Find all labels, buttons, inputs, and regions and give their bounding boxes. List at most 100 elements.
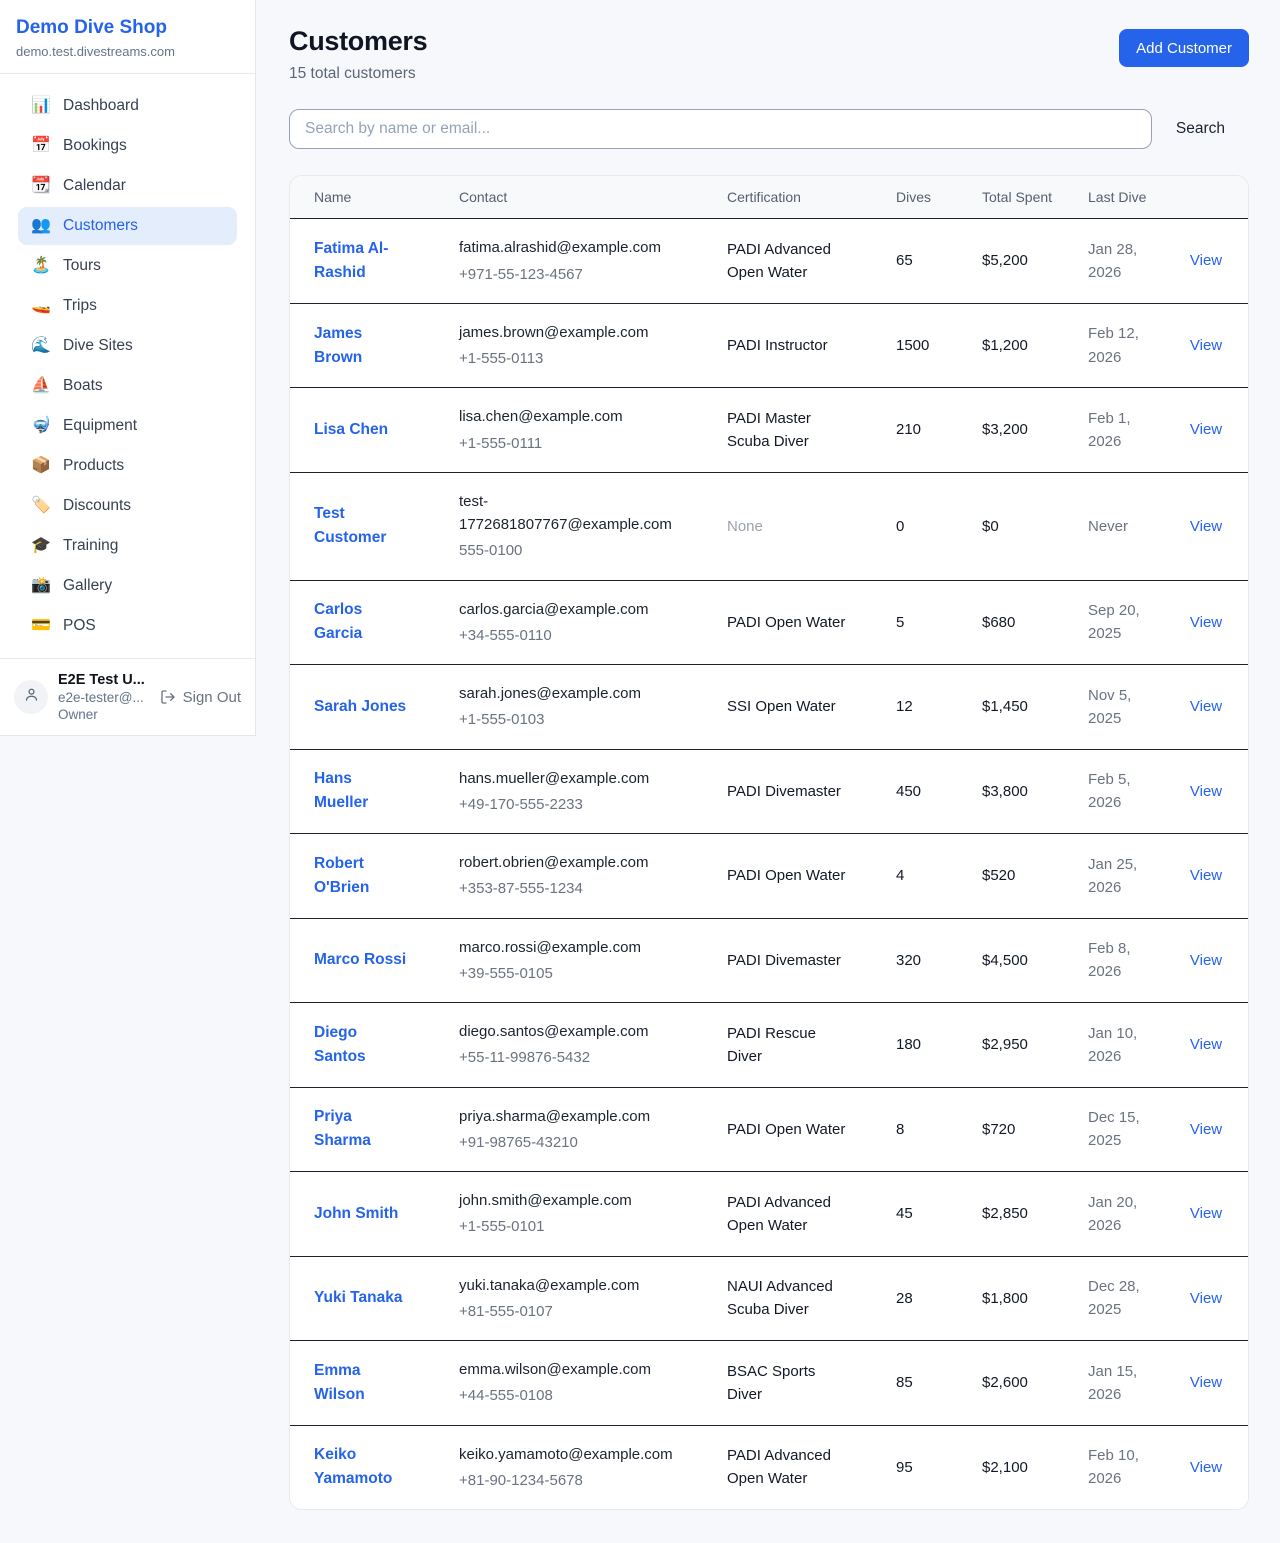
user-panel: E2E Test U... e2e-tester@... Owner Sign … <box>0 658 255 735</box>
customer-dives: 8 <box>884 1087 970 1172</box>
customer-total-spent: $2,600 <box>970 1341 1076 1426</box>
col-last-dive: Last Dive <box>1076 176 1164 219</box>
view-link[interactable]: View <box>1190 952 1222 969</box>
customer-total-spent: $2,950 <box>970 1003 1076 1088</box>
view-link[interactable]: View <box>1190 867 1222 884</box>
view-link[interactable]: View <box>1190 252 1222 269</box>
view-link[interactable]: View <box>1190 1374 1222 1391</box>
customer-last-dive: Sep 20, 2025 <box>1076 580 1164 665</box>
nav-label: Calendar <box>63 177 126 195</box>
view-link[interactable]: View <box>1190 1290 1222 1307</box>
customer-name-link[interactable]: Hans Mueller <box>314 767 410 815</box>
col-certification: Certification <box>715 176 884 219</box>
calendar-icon: 📆 <box>30 178 52 194</box>
customer-name-link[interactable]: Diego Santos <box>314 1021 410 1069</box>
customer-last-dive: Jan 20, 2026 <box>1076 1172 1164 1257</box>
sidebar-item-gallery[interactable]: 📸 Gallery <box>18 567 237 605</box>
customer-email: hans.mueller@example.com <box>459 767 675 790</box>
table-header-row: Name Contact Certification Dives Total S… <box>290 176 1248 219</box>
customer-dives: 450 <box>884 749 970 834</box>
sidebar-item-customers[interactable]: 👥 Customers <box>18 207 237 245</box>
search-button[interactable]: Search <box>1152 120 1249 138</box>
dive-sites-icon: 🌊 <box>30 338 52 354</box>
customer-name-link[interactable]: Test Customer <box>314 502 410 550</box>
customer-last-dive: Dec 15, 2025 <box>1076 1087 1164 1172</box>
sign-out-label: Sign Out <box>183 689 241 706</box>
customer-email: yuki.tanaka@example.com <box>459 1274 675 1297</box>
sidebar-item-pos[interactable]: 💳 POS <box>18 607 237 645</box>
customer-email: carlos.garcia@example.com <box>459 598 675 621</box>
user-name: E2E Test U... <box>58 672 145 688</box>
shop-title[interactable]: Demo Dive Shop <box>16 17 239 39</box>
sidebar-item-boats[interactable]: ⛵ Boats <box>18 367 237 405</box>
sign-out-button[interactable]: Sign Out <box>160 689 241 706</box>
customer-phone: +1-555-0101 <box>459 1215 675 1238</box>
sidebar-item-trips[interactable]: 🚤 Trips <box>18 287 237 325</box>
sidebar-item-bookings[interactable]: 📅 Bookings <box>18 127 237 165</box>
customer-dives: 28 <box>884 1256 970 1341</box>
customer-name-link[interactable]: Fatima Al-Rashid <box>314 237 410 285</box>
customer-certification: BSAC Sports Diver <box>715 1341 884 1426</box>
customer-certification: PADI Open Water <box>715 1087 884 1172</box>
customer-phone: +39-555-0105 <box>459 962 675 985</box>
customer-name-link[interactable]: Yuki Tanaka <box>314 1286 402 1310</box>
search-input[interactable] <box>289 109 1152 149</box>
customer-name-link[interactable]: Robert O'Brien <box>314 852 410 900</box>
customer-name-link[interactable]: John Smith <box>314 1202 398 1226</box>
customer-name-link[interactable]: Emma Wilson <box>314 1359 410 1407</box>
customer-total-spent: $3,800 <box>970 749 1076 834</box>
view-link[interactable]: View <box>1190 337 1222 354</box>
view-link[interactable]: View <box>1190 518 1222 535</box>
col-actions <box>1164 176 1248 219</box>
customer-total-spent: $1,450 <box>970 665 1076 750</box>
table-row: Priya Sharma priya.sharma@example.com +9… <box>290 1087 1248 1172</box>
customer-dives: 12 <box>884 665 970 750</box>
customer-phone: +44-555-0108 <box>459 1384 675 1407</box>
sidebar-item-calendar[interactable]: 📆 Calendar <box>18 167 237 205</box>
customer-certification: PADI Rescue Diver <box>715 1003 884 1088</box>
customer-name-link[interactable]: Keiko Yamamoto <box>314 1443 410 1491</box>
customer-phone: +1-555-0113 <box>459 347 675 370</box>
nav-label: Discounts <box>63 497 131 515</box>
customer-name-link[interactable]: Priya Sharma <box>314 1105 410 1153</box>
customer-certification: PADI Advanced Open Water <box>715 219 884 304</box>
sidebar-item-discounts[interactable]: 🏷️ Discounts <box>18 487 237 525</box>
sidebar-item-dashboard[interactable]: 📊 Dashboard <box>18 87 237 125</box>
customers-icon: 👥 <box>30 218 52 234</box>
customer-name-link[interactable]: Carlos Garcia <box>314 598 410 646</box>
customers-table-card: Name Contact Certification Dives Total S… <box>289 175 1249 1510</box>
customer-last-dive: Jan 15, 2026 <box>1076 1341 1164 1426</box>
view-link[interactable]: View <box>1190 698 1222 715</box>
customer-total-spent: $2,850 <box>970 1172 1076 1257</box>
dashboard-icon: 📊 <box>30 98 52 114</box>
user-email: e2e-tester@... <box>58 690 145 705</box>
table-row: James Brown james.brown@example.com +1-5… <box>290 303 1248 388</box>
sidebar-item-training[interactable]: 🎓 Training <box>18 527 237 565</box>
customer-table-body: Fatima Al-Rashid fatima.alrashid@example… <box>290 219 1248 1509</box>
customer-email: robert.obrien@example.com <box>459 851 675 874</box>
view-link[interactable]: View <box>1190 1459 1222 1476</box>
customer-certification: PADI Divemaster <box>715 749 884 834</box>
table-row: Robert O'Brien robert.obrien@example.com… <box>290 834 1248 919</box>
view-link[interactable]: View <box>1190 421 1222 438</box>
customer-name-link[interactable]: Marco Rossi <box>314 948 406 972</box>
col-contact: Contact <box>447 176 715 219</box>
view-link[interactable]: View <box>1190 1036 1222 1053</box>
customer-email: marco.rossi@example.com <box>459 936 675 959</box>
view-link[interactable]: View <box>1190 614 1222 631</box>
sidebar-item-dive-sites[interactable]: 🌊 Dive Sites <box>18 327 237 365</box>
customer-certification: NAUI Advanced Scuba Diver <box>715 1256 884 1341</box>
view-link[interactable]: View <box>1190 1205 1222 1222</box>
view-link[interactable]: View <box>1190 783 1222 800</box>
add-customer-button[interactable]: Add Customer <box>1119 29 1249 67</box>
customer-name-link[interactable]: James Brown <box>314 322 410 370</box>
customer-certification: PADI Open Water <box>715 834 884 919</box>
customer-name-link[interactable]: Lisa Chen <box>314 418 388 442</box>
sidebar-item-products[interactable]: 📦 Products <box>18 447 237 485</box>
view-link[interactable]: View <box>1190 1121 1222 1138</box>
table-row: Fatima Al-Rashid fatima.alrashid@example… <box>290 219 1248 304</box>
sidebar-item-equipment[interactable]: 🤿 Equipment <box>18 407 237 445</box>
customer-name-link[interactable]: Sarah Jones <box>314 695 406 719</box>
customer-phone: +34-555-0110 <box>459 624 675 647</box>
sidebar-item-tours[interactable]: 🏝️ Tours <box>18 247 237 285</box>
